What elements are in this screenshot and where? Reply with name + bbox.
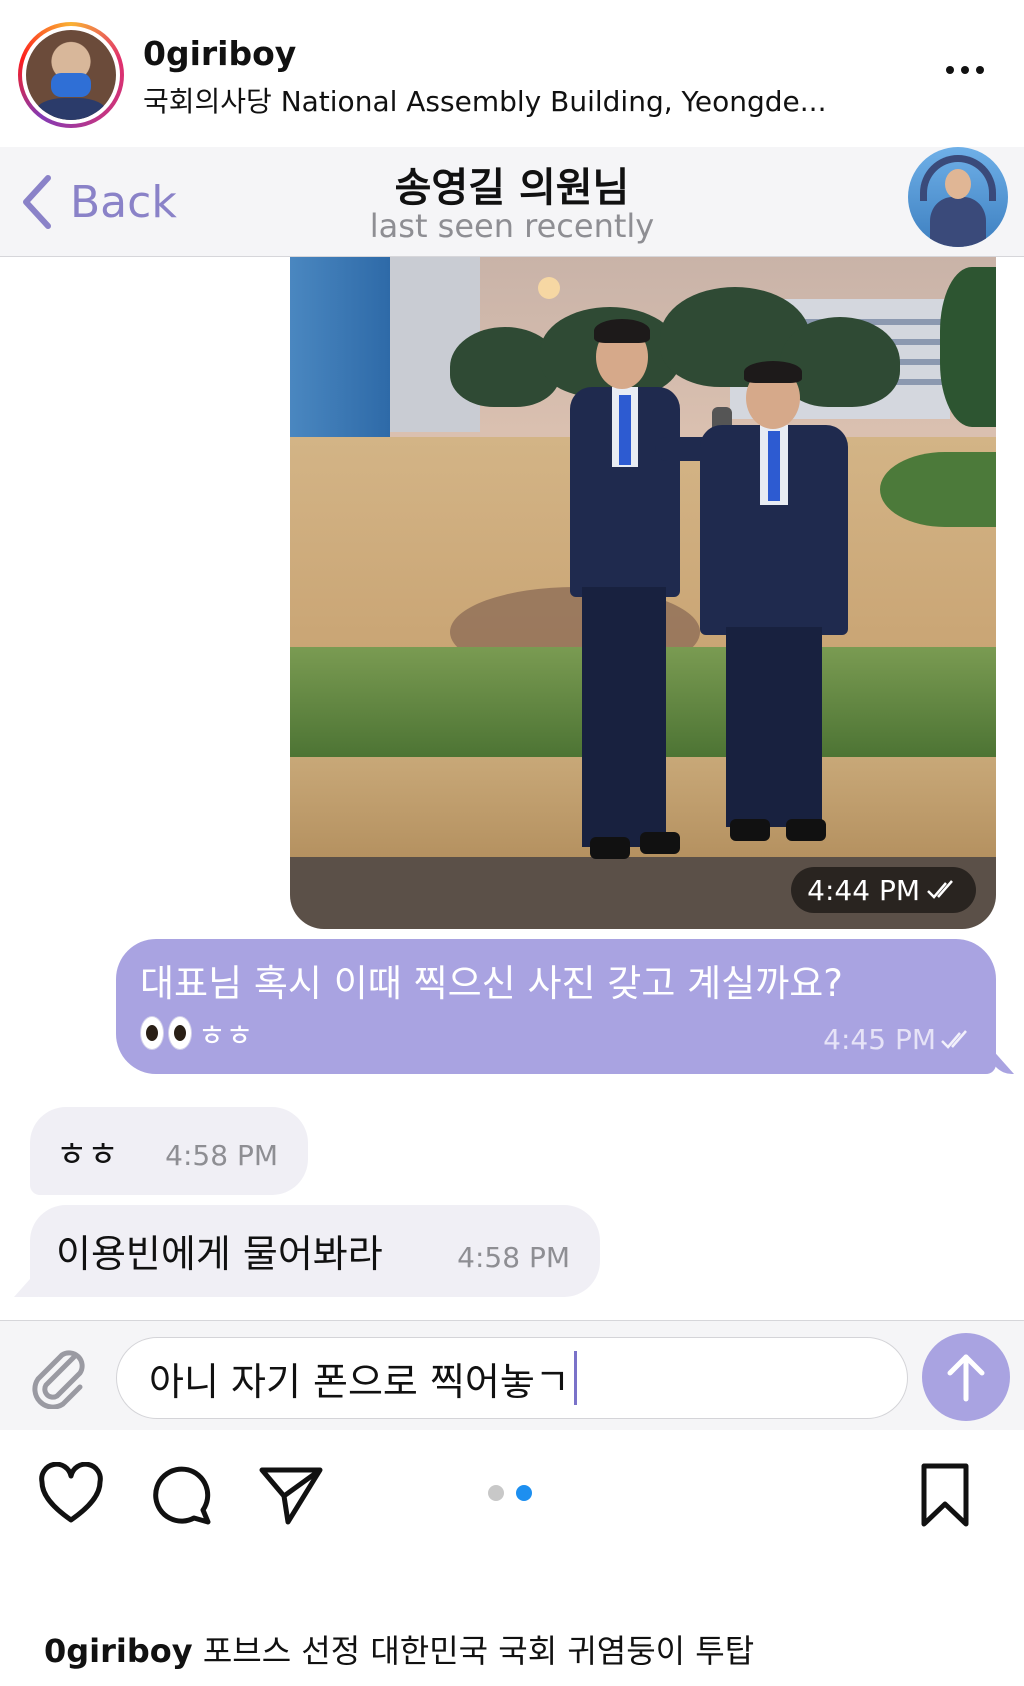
message-text: ㅎㅎ bbox=[56, 1135, 119, 1175]
message-text: 이용빈에게 물어봐라 bbox=[56, 1232, 383, 1276]
chat-screenshot: Back 송영길 의원님 last seen recently 4:44 PM … bbox=[0, 147, 1024, 1430]
outgoing-message[interactable]: 대표님 혹시 이때 찍으신 사진 갖고 계실까요? ㅎㅎ 4:45 PM bbox=[116, 939, 996, 1074]
message-input[interactable]: 아니 자기 폰으로 찍어놓ㄱ bbox=[116, 1337, 908, 1419]
chat-nav-bar: Back 송영길 의원님 last seen recently bbox=[0, 147, 1024, 257]
message-text: 대표님 혹시 이때 찍으신 사진 갖고 계실까요? bbox=[140, 962, 843, 1005]
composer-bar: 아니 자기 폰으로 찍어놓ㄱ bbox=[0, 1320, 1024, 1430]
post-location[interactable]: 국회의사당 National Assembly Building, Yeongd… bbox=[143, 80, 826, 120]
avatar[interactable] bbox=[18, 22, 124, 128]
arrow-up-icon bbox=[947, 1354, 985, 1402]
carousel-dot-active bbox=[516, 1485, 532, 1501]
heart-icon[interactable] bbox=[38, 1462, 104, 1528]
paper-plane-icon[interactable] bbox=[258, 1462, 324, 1528]
photo-timestamp: 4:44 PM bbox=[791, 867, 976, 913]
more-horizontal-icon[interactable] bbox=[940, 55, 990, 85]
double-check-icon bbox=[927, 880, 953, 899]
message-time: 4:45 PM bbox=[823, 1023, 974, 1056]
caption-username[interactable]: 0giriboy bbox=[44, 1632, 193, 1670]
paperclip-icon[interactable] bbox=[28, 1343, 90, 1409]
carousel-indicator bbox=[488, 1485, 532, 1501]
message-time: 4:58 PM bbox=[457, 1241, 570, 1274]
post-header: 0giriboy 국회의사당 National Assembly Buildin… bbox=[0, 0, 1024, 147]
post-caption: 0giriboy 포브스 선정 대한민국 국회 귀염둥이 투탑 bbox=[44, 1626, 754, 1672]
chat-status: last seen recently bbox=[369, 207, 655, 245]
post-username[interactable]: 0giriboy bbox=[143, 34, 296, 73]
double-check-icon bbox=[941, 1029, 967, 1049]
chat-avatar[interactable] bbox=[908, 147, 1008, 247]
photo-message[interactable]: 4:44 PM bbox=[290, 257, 996, 929]
send-button[interactable] bbox=[922, 1333, 1010, 1421]
text-caret bbox=[573, 1351, 577, 1405]
message-text-line2: ㅎㅎ bbox=[198, 1019, 254, 1054]
chat-title: 송영길 의원님 bbox=[394, 165, 630, 211]
eyes-emoji-icon bbox=[140, 1016, 192, 1050]
message-time: 4:58 PM bbox=[165, 1139, 278, 1172]
photo-time: 4:44 PM bbox=[807, 873, 920, 907]
post-action-bar bbox=[0, 1430, 1024, 1550]
message-list: 4:44 PM 대표님 혹시 이때 찍으신 사진 갖고 계실까요? ㅎㅎ 4:4… bbox=[0, 257, 1024, 1320]
caption-text: 포브스 선정 대한민국 국회 귀염둥이 투탑 bbox=[202, 1632, 755, 1670]
bookmark-icon[interactable] bbox=[912, 1462, 978, 1528]
carousel-dot bbox=[488, 1485, 504, 1501]
photo-image bbox=[290, 257, 996, 929]
avatar-photo bbox=[26, 30, 116, 120]
comment-bubble-icon[interactable] bbox=[148, 1462, 214, 1528]
incoming-message[interactable]: 이용빈에게 물어봐라 4:58 PM bbox=[30, 1205, 600, 1297]
incoming-message[interactable]: ㅎㅎ 4:58 PM bbox=[30, 1107, 308, 1195]
